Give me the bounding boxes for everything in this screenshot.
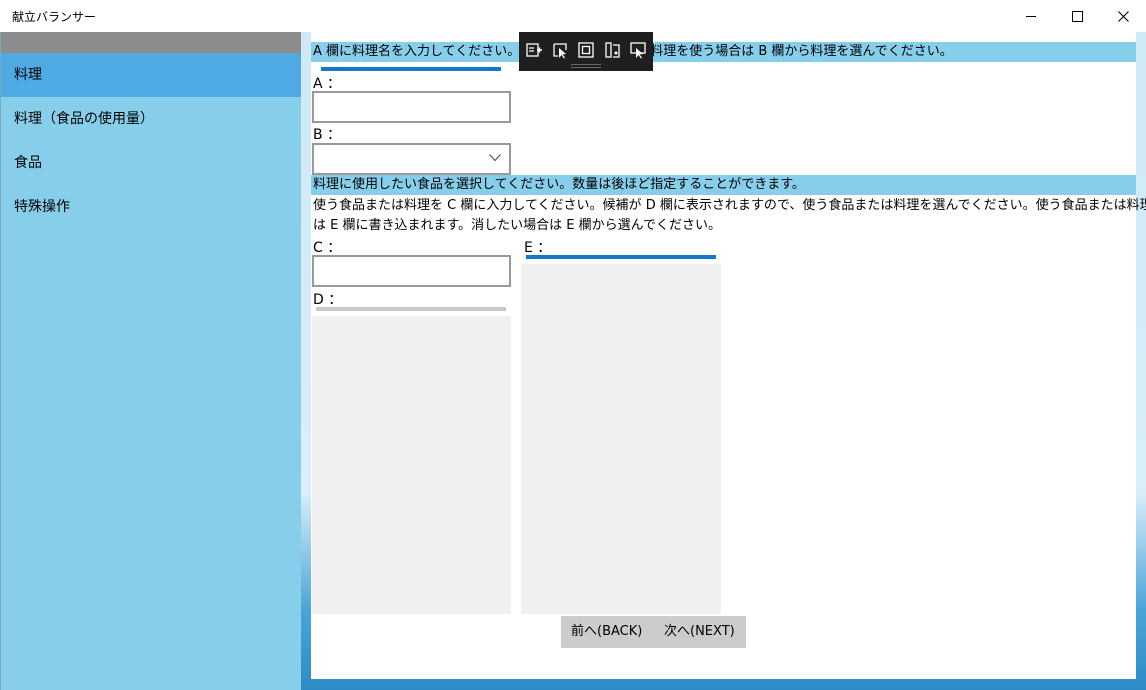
sidebar-header-strip [1, 32, 302, 53]
minimize-button[interactable] [1008, 0, 1054, 32]
instructions-line-1: 使う食品または料理を C 欄に入力してください。候補が D 欄に表示されますので… [313, 198, 1146, 213]
progress-indicator-a [321, 67, 501, 71]
dish-select-dropdown[interactable] [312, 143, 511, 175]
minimize-icon [1026, 15, 1036, 17]
display-layout-adorners-icon[interactable] [577, 41, 595, 59]
loading-indicator-d [316, 307, 506, 311]
track-focus-icon[interactable] [603, 41, 621, 59]
sidebar-item-dish-ingredients[interactable]: 料理（食品の使用量） [1, 97, 302, 141]
window-title: 献立バランサー [12, 10, 97, 24]
dish-name-input[interactable] [312, 91, 511, 123]
toolbar-grip[interactable] [571, 64, 601, 65]
maximize-button[interactable] [1054, 0, 1100, 32]
selected-items-list-e[interactable] [521, 264, 721, 614]
sidebar-item-dish[interactable]: 料理 [1, 53, 302, 97]
instruction-banner-food: 料理に使用したい食品を選択してください。数量は後ほど指定することができます。 [311, 175, 1136, 195]
close-icon [1117, 10, 1129, 22]
back-button[interactable]: 前へ(BACK) [571, 616, 642, 648]
sidebar-item-food[interactable]: 食品 [1, 141, 302, 185]
preview-selection-icon[interactable] [629, 41, 647, 59]
next-button[interactable]: 次へ(NEXT) [664, 616, 735, 648]
label-a: A ： [313, 76, 342, 92]
instructions-line-2: は E 欄に書き込まれます。消したい場合は E 欄から選んでください。 [313, 218, 722, 233]
label-c: C ： [313, 240, 342, 256]
food-search-input[interactable] [312, 255, 511, 287]
progress-indicator-e [526, 255, 716, 259]
title-bar: 献立バランサー [0, 0, 1146, 32]
chevron-down-icon [489, 154, 501, 162]
navigation-button-bar: 前へ(BACK) 次へ(NEXT) [561, 616, 746, 648]
live-visual-tree-icon[interactable] [525, 41, 543, 59]
label-b: B ： [313, 127, 342, 143]
sidebar: 料理 料理（食品の使用量） 食品 特殊操作 [0, 32, 302, 690]
label-e: E ： [524, 240, 552, 256]
candidate-list-d[interactable] [312, 316, 511, 614]
label-d: D ： [313, 292, 343, 308]
close-button[interactable] [1100, 0, 1146, 32]
maximize-icon [1071, 10, 1083, 22]
toolbar-grip-line [571, 67, 601, 68]
instruction-banner-a-b: A 欄に料理名を入力してください。か 料理を使う場合は B 欄から料理を選んでく… [311, 42, 1136, 62]
debug-toolbar [519, 32, 653, 71]
select-element-icon[interactable] [551, 41, 569, 59]
sidebar-item-special-operations[interactable]: 特殊操作 [1, 185, 302, 229]
